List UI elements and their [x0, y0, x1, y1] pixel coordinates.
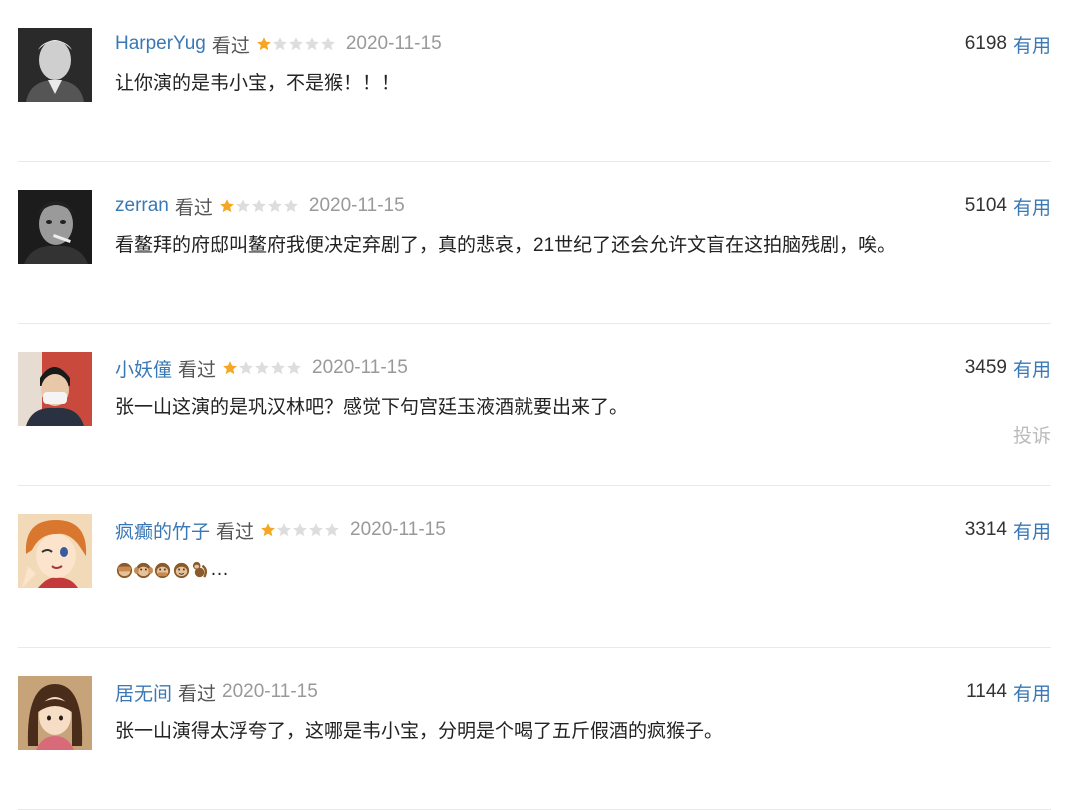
- vote-block: 1144 有用: [966, 679, 1051, 705]
- star-empty-icon: [293, 523, 307, 537]
- comment-meta: 居无间 看过 2020-11-15: [115, 679, 901, 705]
- star-empty-icon: [239, 361, 253, 375]
- vote-count: 3459: [964, 357, 1007, 378]
- username-link[interactable]: zerran: [115, 195, 169, 217]
- vote-block: 3314 有用: [965, 517, 1051, 543]
- star-empty-icon: [255, 361, 269, 375]
- rating-stars: [219, 198, 299, 214]
- comment-item: 疯癫的竹子 看过 2020-11-15 3314 有用 …: [18, 486, 1051, 648]
- avatar[interactable]: [18, 352, 92, 426]
- comment-text-tail: …: [210, 559, 229, 580]
- rating-stars: [222, 360, 302, 376]
- comment-list: HarperYug 看过 2020-11-15 6198 有用 让你演的是韦小宝…: [0, 0, 1080, 810]
- star-empty-icon: [287, 361, 301, 375]
- star-empty-icon: [288, 37, 303, 51]
- useful-button[interactable]: 有用: [1013, 517, 1051, 544]
- comment-item: HarperYug 看过 2020-11-15 6198 有用 让你演的是韦小宝…: [18, 0, 1051, 162]
- bw-portrait-avatar-icon: [18, 28, 92, 102]
- star-empty-icon: [320, 37, 335, 51]
- username-link[interactable]: 疯癫的竹子: [115, 517, 210, 544]
- chihiro-avatar-icon: [18, 676, 92, 750]
- star-empty-icon: [267, 199, 282, 213]
- star-filled-icon: [223, 361, 237, 375]
- watch-status: 看过: [174, 197, 213, 219]
- monkey-icon: [191, 560, 210, 579]
- vote-block: 6198 有用: [965, 31, 1051, 57]
- comment-meta: HarperYug 看过 2020-11-15: [115, 31, 901, 57]
- comment-date: 2020-11-15: [222, 681, 318, 702]
- comment-item: 居无间 看过 2020-11-15 1144 有用 张一山演得太浮夸了，这哪是韦…: [18, 648, 1051, 810]
- comment-date: 2020-11-15: [345, 33, 442, 54]
- vote-count: 1144: [966, 681, 1007, 702]
- avatar[interactable]: [18, 676, 92, 750]
- star-filled-icon: [256, 37, 271, 51]
- comment-meta: zerran 看过 2020-11-15: [115, 193, 901, 219]
- comment-text: 张一山这演的是巩汉林吧？感觉下句宫廷玉液酒就要出来了。: [115, 397, 629, 418]
- see-no-evil-monkey-icon: [115, 560, 134, 579]
- comment-item: zerran 看过 2020-11-15 5104 有用 看鳌拜的府邸叫鳌府我便…: [18, 162, 1051, 324]
- vote-block: 5104 有用: [965, 193, 1051, 219]
- comment-meta: 小妖僮 看过 2020-11-15: [115, 355, 901, 381]
- star-empty-icon: [309, 523, 323, 537]
- comment-text: 张一山演得太浮夸了，这哪是韦小宝，分明是个喝了五斤假酒的疯猴子。: [115, 721, 724, 742]
- smoking-man-avatar-icon: [18, 190, 92, 264]
- star-empty-icon: [283, 199, 298, 213]
- monkey-face-icon: [172, 560, 191, 579]
- useful-button[interactable]: 有用: [1013, 679, 1051, 706]
- star-empty-icon: [251, 199, 266, 213]
- avatar[interactable]: [18, 514, 92, 588]
- watch-status: 看过: [178, 359, 217, 381]
- comment-date: 2020-11-15: [312, 357, 408, 378]
- star-filled-icon: [219, 199, 234, 213]
- comment-date: 2020-11-15: [308, 195, 405, 216]
- comment-date: 2020-11-15: [350, 519, 446, 540]
- rating-stars: [260, 522, 340, 538]
- star-empty-icon: [235, 199, 250, 213]
- watch-status: 看过: [211, 35, 250, 57]
- vote-count: 3314: [964, 519, 1007, 540]
- comment-text: 让你演的是韦小宝，不是猴！！！: [115, 73, 401, 94]
- username-link[interactable]: 居无间: [115, 679, 172, 706]
- speak-no-evil-monkey-icon: [153, 560, 172, 579]
- useful-button[interactable]: 有用: [1013, 193, 1051, 220]
- star-filled-icon: [261, 523, 275, 537]
- watch-status: 看过: [216, 521, 255, 543]
- username-link[interactable]: HarperYug: [115, 33, 206, 55]
- hear-no-evil-monkey-icon: [134, 560, 153, 579]
- rating-stars: [256, 36, 336, 52]
- vote-count: 6198: [964, 33, 1007, 54]
- vote-block: 3459 有用: [965, 355, 1051, 381]
- comment-meta: 疯癫的竹子 看过 2020-11-15: [115, 517, 901, 543]
- comment-item: 小妖僮 看过 2020-11-15 3459 有用 张一山这演的是巩汉林吧？感觉…: [18, 324, 1051, 486]
- watch-status: 看过: [178, 683, 217, 705]
- username-link[interactable]: 小妖僮: [115, 355, 172, 382]
- star-empty-icon: [325, 523, 339, 537]
- vote-count: 5104: [964, 195, 1007, 216]
- star-empty-icon: [272, 37, 287, 51]
- star-empty-icon: [277, 523, 291, 537]
- avatar[interactable]: [18, 28, 92, 102]
- anime-girl-avatar-icon: [18, 514, 92, 588]
- useful-button[interactable]: 有用: [1013, 31, 1051, 58]
- useful-button[interactable]: 有用: [1013, 355, 1051, 382]
- avatar[interactable]: [18, 190, 92, 264]
- comment-text: …: [115, 556, 1051, 584]
- comment-text: 看鳌拜的府邸叫鳌府我便决定弃剧了，真的悲哀，21世纪了还会允许文盲在这拍脑残剧，…: [115, 235, 897, 256]
- masked-boy-avatar-icon: [18, 352, 92, 426]
- star-empty-icon: [271, 361, 285, 375]
- star-empty-icon: [304, 37, 319, 51]
- report-button[interactable]: 投诉: [1013, 421, 1051, 448]
